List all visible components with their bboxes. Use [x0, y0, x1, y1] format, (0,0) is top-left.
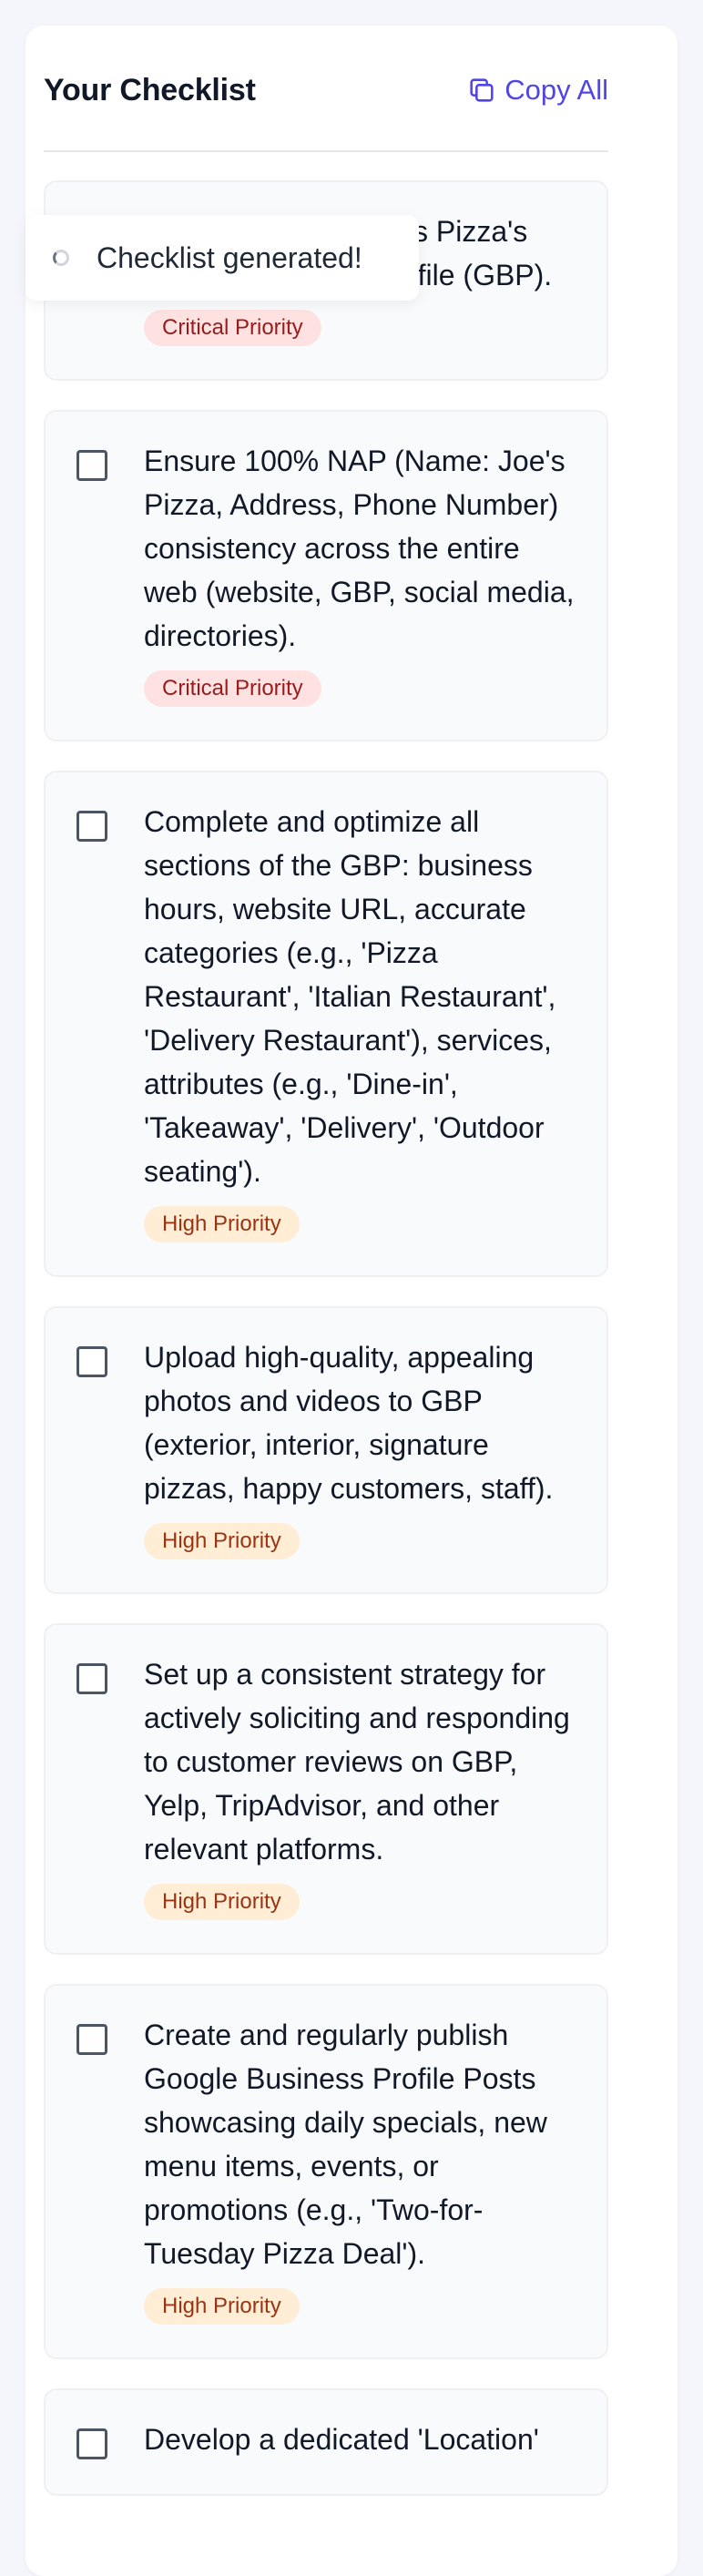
item-checkbox[interactable]: [76, 2024, 107, 2055]
checklist-item: Ensure 100% NAP (Name: Joe's Pizza, Addr…: [44, 410, 608, 741]
checklist-items: Claim and verify Joe's Pizza's Google Bu…: [44, 180, 608, 2525]
copy-all-button[interactable]: Copy All: [466, 74, 608, 107]
item-text: Upload high-quality, appealing photos an…: [144, 1341, 554, 1505]
item-checkbox[interactable]: [76, 2428, 107, 2459]
checklist-item: Develop a dedicated 'Location': [44, 2388, 608, 2496]
checklist-header: Your Checklist Copy All: [44, 64, 608, 117]
priority-badge: High Priority: [144, 2288, 300, 2325]
copy-all-label: Copy All: [504, 74, 608, 106]
header-divider: [44, 150, 608, 152]
item-checkbox[interactable]: [76, 1663, 107, 1694]
item-text: Complete and optimize all sections of th…: [144, 805, 556, 1188]
toast-notification: Checklist generated!: [25, 215, 419, 301]
item-checkbox[interactable]: [76, 1346, 107, 1377]
toast-message: Checklist generated!: [97, 240, 362, 274]
checklist-item: Set up a consistent strategy for activel…: [44, 1623, 608, 1955]
copy-icon: [466, 75, 497, 106]
item-text: Develop a dedicated 'Location': [144, 2423, 539, 2456]
priority-badge: Critical Priority: [144, 670, 321, 707]
priority-badge: High Priority: [144, 1523, 300, 1559]
item-text: Ensure 100% NAP (Name: Joe's Pizza, Addr…: [144, 445, 575, 652]
page-title: Your Checklist: [44, 72, 256, 107]
item-text: Set up a consistent strategy for activel…: [144, 1658, 570, 1866]
checklist-item: Upload high-quality, appealing photos an…: [44, 1306, 608, 1594]
item-checkbox[interactable]: [76, 811, 107, 842]
item-checkbox[interactable]: [76, 450, 107, 481]
item-text: Create and regularly publish Google Busi…: [144, 2019, 547, 2270]
priority-badge: Critical Priority: [144, 310, 321, 346]
checklist-item: Create and regularly publish Google Busi…: [44, 1984, 608, 2359]
priority-badge: High Priority: [144, 1206, 300, 1242]
priority-badge: High Priority: [144, 1884, 300, 1920]
checklist-item: Complete and optimize all sections of th…: [44, 771, 608, 1277]
spinner-icon: [53, 250, 69, 266]
